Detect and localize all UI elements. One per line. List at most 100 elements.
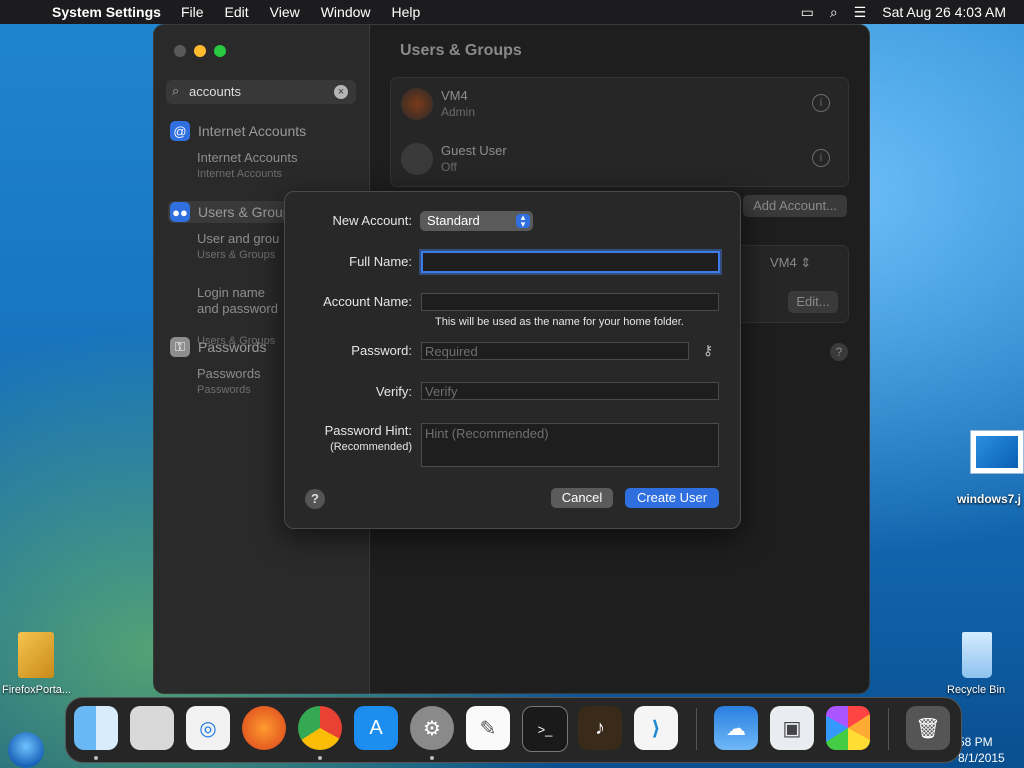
new-account-dialog: New Account: Standard ▴ ▾ Full Name: Acco… xyxy=(284,191,741,529)
menu-app-name[interactable]: System Settings xyxy=(52,4,161,20)
close-window-button[interactable] xyxy=(174,45,186,57)
dock-safari-icon[interactable]: ◎ xyxy=(186,706,230,750)
sidebar-result-passwords[interactable]: Passwords Passwords xyxy=(197,366,261,398)
password-hint-label-text: Password Hint: xyxy=(324,423,412,438)
sidebar-section-title: Internet Accounts xyxy=(198,123,307,139)
user-row-vm4[interactable]: VM4 Admin i xyxy=(401,84,838,124)
sidebar-section-title: Passwords xyxy=(198,339,267,355)
password-hint-field[interactable]: Hint (Recommended) xyxy=(421,423,719,467)
dock-preview-icon[interactable]: ▣ xyxy=(770,706,814,750)
recycle-bin-label[interactable]: Recycle Bin xyxy=(947,684,1005,696)
dock-app-store-icon[interactable]: A xyxy=(354,706,398,750)
taskbar-time: 58 PM xyxy=(958,735,993,749)
sidebar-result-caption: Users & Groups xyxy=(197,249,276,261)
dock-trash-icon[interactable]: 🗑 xyxy=(906,706,950,750)
control-center-icon[interactable]: ☰ xyxy=(854,4,867,21)
taskbar-clock: 58 PM 8/1/2015 xyxy=(958,734,1005,766)
info-icon[interactable]: i xyxy=(812,149,830,167)
key-icon: ⚿ xyxy=(170,337,190,357)
account-name-label: Account Name: xyxy=(323,294,412,309)
create-user-button[interactable]: Create User xyxy=(625,488,719,508)
auto-login-value: VM4 xyxy=(770,255,797,270)
dock-chrome-icon[interactable] xyxy=(298,706,342,750)
firefox-portable-icon[interactable] xyxy=(18,632,54,678)
user-name: Guest User xyxy=(441,143,507,158)
football-avatar-icon xyxy=(401,88,433,120)
cancel-button[interactable]: Cancel xyxy=(551,488,613,508)
windows-start-icon[interactable] xyxy=(8,732,44,768)
info-icon[interactable]: i xyxy=(812,94,830,112)
sidebar-result-internet-accounts[interactable]: Internet Accounts Internet Accounts xyxy=(197,150,297,182)
page-title: Users & Groups xyxy=(400,42,522,59)
spotlight-search-icon[interactable]: ⌕ xyxy=(830,4,838,21)
password-key-icon[interactable]: ⚷ xyxy=(703,342,713,359)
menu-edit[interactable]: Edit xyxy=(225,4,249,20)
menu-help[interactable]: Help xyxy=(392,4,421,20)
menu-file[interactable]: File xyxy=(181,4,204,20)
menu-bar: System Settings File Edit View Window He… xyxy=(0,0,1024,24)
edit-button[interactable]: Edit... xyxy=(788,291,838,313)
recycle-bin-icon[interactable] xyxy=(962,632,992,678)
dock-vscode-icon[interactable]: ⟩ xyxy=(634,706,678,750)
sidebar-section-internet-accounts[interactable]: @ Internet Accounts xyxy=(170,121,306,141)
dock-finder-icon[interactable] xyxy=(74,706,118,750)
auto-login-select[interactable]: VM4 ⇕ xyxy=(770,255,811,271)
account-name-hint: This will be used as the name for your h… xyxy=(435,316,684,328)
chevron-updown-icon: ▴ ▾ xyxy=(516,213,530,229)
menu-clock[interactable]: Sat Aug 26 4:03 AM xyxy=(882,4,1006,20)
full-name-field[interactable] xyxy=(421,251,720,273)
dock-running-dot xyxy=(318,756,322,760)
firefox-portable-label[interactable]: FirefoxPorta... xyxy=(2,684,71,696)
windows7-file-label[interactable]: windows7.j xyxy=(957,492,1021,506)
full-name-label: Full Name: xyxy=(349,254,412,269)
dock: ◎ A ⚙ ✎ >_ ♪ ⟩ ☁ ▣ 🗑 xyxy=(65,697,962,763)
at-sign-icon: @ xyxy=(170,121,190,141)
zoom-window-button[interactable] xyxy=(214,45,226,57)
dock-system-settings-icon[interactable]: ⚙ xyxy=(410,706,454,750)
add-account-button[interactable]: Add Account... xyxy=(743,195,847,217)
dock-weather-icon[interactable]: ☁ xyxy=(714,706,758,750)
dock-running-dot xyxy=(430,756,434,760)
menu-window[interactable]: Window xyxy=(321,4,371,20)
sidebar-search-field[interactable]: ⌕ accounts × xyxy=(166,80,356,104)
search-icon: ⌕ xyxy=(172,83,180,98)
minimize-window-button[interactable] xyxy=(194,45,206,57)
password-hint-label-sub: (Recommended) xyxy=(330,441,412,453)
user-role: Off xyxy=(441,160,457,174)
dock-textedit-icon[interactable]: ✎ xyxy=(466,706,510,750)
sidebar-result-label: Passwords xyxy=(197,366,261,381)
dialog-help-button[interactable]: ? xyxy=(305,489,325,509)
account-type-select[interactable]: Standard ▴ ▾ xyxy=(420,211,533,231)
windows7-file-icon[interactable] xyxy=(970,430,1024,474)
screen-mirroring-icon[interactable]: ▭ xyxy=(801,4,814,21)
dock-firefox-icon[interactable] xyxy=(242,706,286,750)
dock-separator xyxy=(696,708,697,750)
account-name-field[interactable] xyxy=(421,293,719,311)
password-label: Password: xyxy=(351,343,412,358)
dock-terminal-icon[interactable]: >_ xyxy=(522,706,568,752)
verify-label: Verify: xyxy=(375,384,412,399)
user-name: VM4 xyxy=(441,88,468,103)
help-button[interactable]: ? xyxy=(830,343,848,361)
sidebar-result-caption: Passwords xyxy=(197,384,251,396)
person-avatar-icon xyxy=(401,143,433,175)
dock-garageband-icon[interactable]: ♪ xyxy=(578,706,622,750)
chevron-updown-icon: ⇕ xyxy=(800,255,812,270)
password-field[interactable]: Required xyxy=(421,342,689,360)
dock-running-dot xyxy=(94,756,98,760)
dock-photos-icon[interactable] xyxy=(826,706,870,750)
menu-view[interactable]: View xyxy=(270,4,300,20)
sidebar-result-user-and-groups[interactable]: User and grou Users & Groups xyxy=(197,231,279,263)
verify-field[interactable]: Verify xyxy=(421,382,719,400)
sidebar-section-users-groups[interactable]: ●● Users & Groups xyxy=(168,201,300,223)
password-hint-label: Password Hint: (Recommended) xyxy=(325,423,412,455)
user-row-guest[interactable]: Guest User Off i xyxy=(401,139,838,179)
taskbar-date: 8/1/2015 xyxy=(958,751,1005,765)
dock-launchpad-icon[interactable] xyxy=(130,706,174,750)
users-icon: ●● xyxy=(170,202,190,222)
sidebar-section-title: Users & Groups xyxy=(198,204,298,220)
user-list: VM4 Admin i Guest User Off i xyxy=(390,77,849,187)
clear-search-icon[interactable]: × xyxy=(334,85,348,99)
sidebar-section-passwords[interactable]: ⚿ Passwords xyxy=(170,337,266,357)
search-input[interactable]: accounts xyxy=(189,84,241,99)
